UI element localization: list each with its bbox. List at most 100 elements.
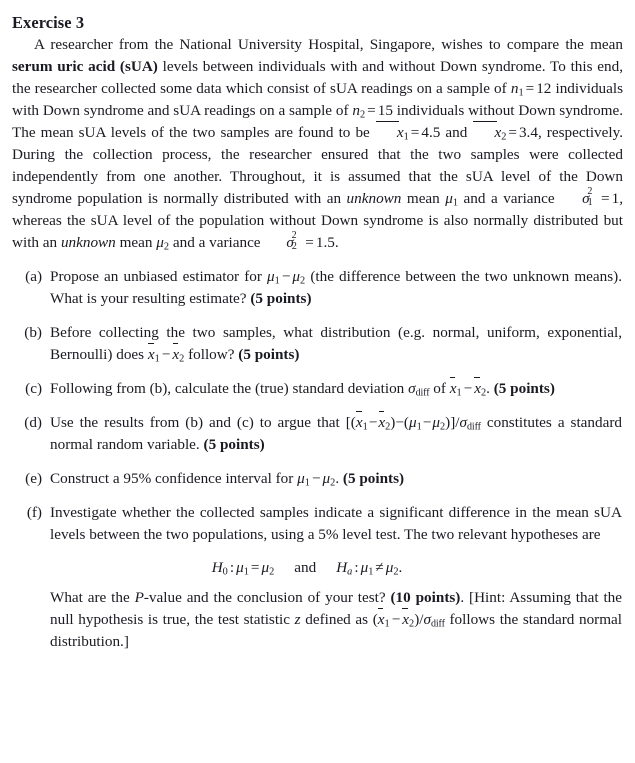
math-xbar2: x2 xyxy=(472,120,506,142)
intro-seg12: . xyxy=(334,234,339,251)
item-e-text2: . xyxy=(335,470,343,487)
math-mu2: μ2 xyxy=(292,268,306,287)
intro-bold-sua: serum uric acid (sUA) xyxy=(12,58,158,75)
math-xbar1-value: 4.5 xyxy=(421,124,441,141)
math-eq: = xyxy=(410,124,420,141)
item-f-tail-b: -value and the conclusion of your test? xyxy=(143,589,391,606)
math-mu2: μ2 xyxy=(156,234,170,253)
document-page: Exercise 3 A researcher from the Nationa… xyxy=(0,0,635,763)
math-eq: = xyxy=(601,190,610,207)
math-minus: − xyxy=(368,414,378,431)
math-colon: : xyxy=(354,559,359,576)
intro-paragraph: A researcher from the National Universit… xyxy=(12,34,623,254)
math-conjunction: and xyxy=(294,559,317,576)
math-xbar1: x1 xyxy=(377,607,390,630)
math-mu1: μ1 xyxy=(236,559,249,578)
item-b-text1: Before collecting the two samples, what … xyxy=(50,324,622,363)
list-item-c: (c) Following from (b), calculate the (t… xyxy=(12,376,623,400)
item-c-text3: . xyxy=(486,380,494,397)
intro-italic-unknown-1: unknown xyxy=(346,190,402,207)
math-xbar1: x1 xyxy=(449,376,462,399)
math-xbar2-value: 3.4 xyxy=(518,124,538,141)
item-d-text1: Use the results from (b) and (c) to argu… xyxy=(50,414,346,431)
intro-italic-unknown-2: unknown xyxy=(60,234,116,251)
math-minus: − xyxy=(311,470,321,487)
math-mu2: μ2 xyxy=(432,414,446,433)
math-minus: − xyxy=(463,380,473,397)
math-eq: = xyxy=(305,234,314,251)
math-minus: − xyxy=(391,611,401,628)
math-sigma2-value: 1.5 xyxy=(315,234,335,251)
item-body-a: Propose an unbiased estimator for μ1− μ2 … xyxy=(50,266,622,310)
math-not-equals: ≠ xyxy=(375,559,384,576)
intro-seg10: mean xyxy=(115,234,157,251)
item-b-text2: follow? xyxy=(184,346,239,363)
item-body-e: Construct a 95% confidence interval for … xyxy=(50,468,622,490)
item-f-tail: What are the P-value and the conclusion … xyxy=(50,587,622,653)
math-mu2: μ2 xyxy=(385,559,399,578)
intro-seg11: and a variance xyxy=(169,234,265,251)
math-xbar2: x2 xyxy=(474,376,487,399)
intro-seg7: mean xyxy=(401,190,446,207)
math-mu2: μ2 xyxy=(322,470,336,489)
math-xbar1: x1 xyxy=(355,410,368,433)
math-eq: = xyxy=(508,124,517,141)
item-f-tail-a: What are the xyxy=(50,589,135,606)
item-label-f: (f) xyxy=(26,504,42,521)
math-mu1: μ1 xyxy=(408,414,422,433)
math-colon: : xyxy=(229,559,235,576)
math-eq: = xyxy=(525,80,535,97)
math-eq: = xyxy=(367,102,376,119)
item-a-text1: Propose an unbiased estimator for xyxy=(50,268,268,285)
item-body-c: Following from (b), calculate the (true)… xyxy=(50,376,622,400)
item-c-points: (5 points) xyxy=(493,380,555,397)
item-e-points: (5 points) xyxy=(342,470,405,487)
math-xbar2: x2 xyxy=(378,410,391,433)
item-f-text1: Investigate whether the collected sample… xyxy=(50,504,622,543)
intro-seg5: and xyxy=(440,124,473,141)
math-minus: − xyxy=(422,414,432,431)
item-c-text1: Following from (b), calculate the (true)… xyxy=(50,380,409,397)
math-mu1: μ1 xyxy=(360,559,374,578)
math-n1-value: 12 xyxy=(536,80,552,97)
page-title: Exercise 3 xyxy=(12,13,85,32)
list-item-a: (a) Propose an unbiased estimator for μ1… xyxy=(12,266,623,310)
math-mu2: μ2 xyxy=(261,559,275,578)
math-n2: n2 xyxy=(352,102,366,121)
math-period: . xyxy=(398,559,403,576)
item-b-points: (5 points) xyxy=(238,346,300,363)
item-body-b: Before collecting the two samples, what … xyxy=(50,322,622,366)
intro-seg8: and a variance xyxy=(458,190,561,207)
math-xbar2: x2 xyxy=(172,342,185,365)
math-expr-close: )]/ xyxy=(445,414,460,431)
math-expr-mid: )−( xyxy=(390,414,409,431)
item-label-d: (d) xyxy=(24,414,42,431)
math-minus: − xyxy=(161,346,171,363)
intro-seg1: A researcher from the National Universit… xyxy=(34,36,623,53)
math-sigma2-squared: σ22 xyxy=(286,229,297,253)
math-sigma-diff: σdiff xyxy=(459,414,481,433)
math-sigma-diff: σdiff xyxy=(408,380,430,399)
item-e-text1: Construct a 95% confidence interval for xyxy=(50,470,298,487)
math-sigma1-squared: σ21 xyxy=(582,185,593,209)
math-sigma-diff: σdiff xyxy=(423,611,445,630)
math-xbar2: x2 xyxy=(402,607,415,630)
item-label-b: (b) xyxy=(24,324,42,341)
math-p-variable: P xyxy=(134,589,144,606)
item-c-text2: of xyxy=(429,380,450,397)
item-f-tail-d: defined as ( xyxy=(300,611,378,628)
math-minus: − xyxy=(281,268,291,285)
item-d-points: (5 points) xyxy=(203,436,265,453)
list-item-e: (e) Construct a 95% confidence interval … xyxy=(12,468,623,490)
exercise-item-list: (a) Propose an unbiased estimator for μ1… xyxy=(12,266,623,653)
item-f-points: (10 points) xyxy=(390,589,461,606)
math-n2-value: 15 xyxy=(377,102,393,119)
math-xbar1: x1 xyxy=(375,120,409,142)
list-item-d: (d) Use the results from (b) and (c) to … xyxy=(12,410,623,456)
item-body-f: Investigate whether the collected sample… xyxy=(50,502,622,653)
math-h0: H0 xyxy=(211,559,228,578)
math-mu1: μ1 xyxy=(445,190,459,209)
math-equals: = xyxy=(250,559,260,576)
math-n1: n1 xyxy=(510,80,524,99)
item-label-c: (c) xyxy=(25,380,42,397)
